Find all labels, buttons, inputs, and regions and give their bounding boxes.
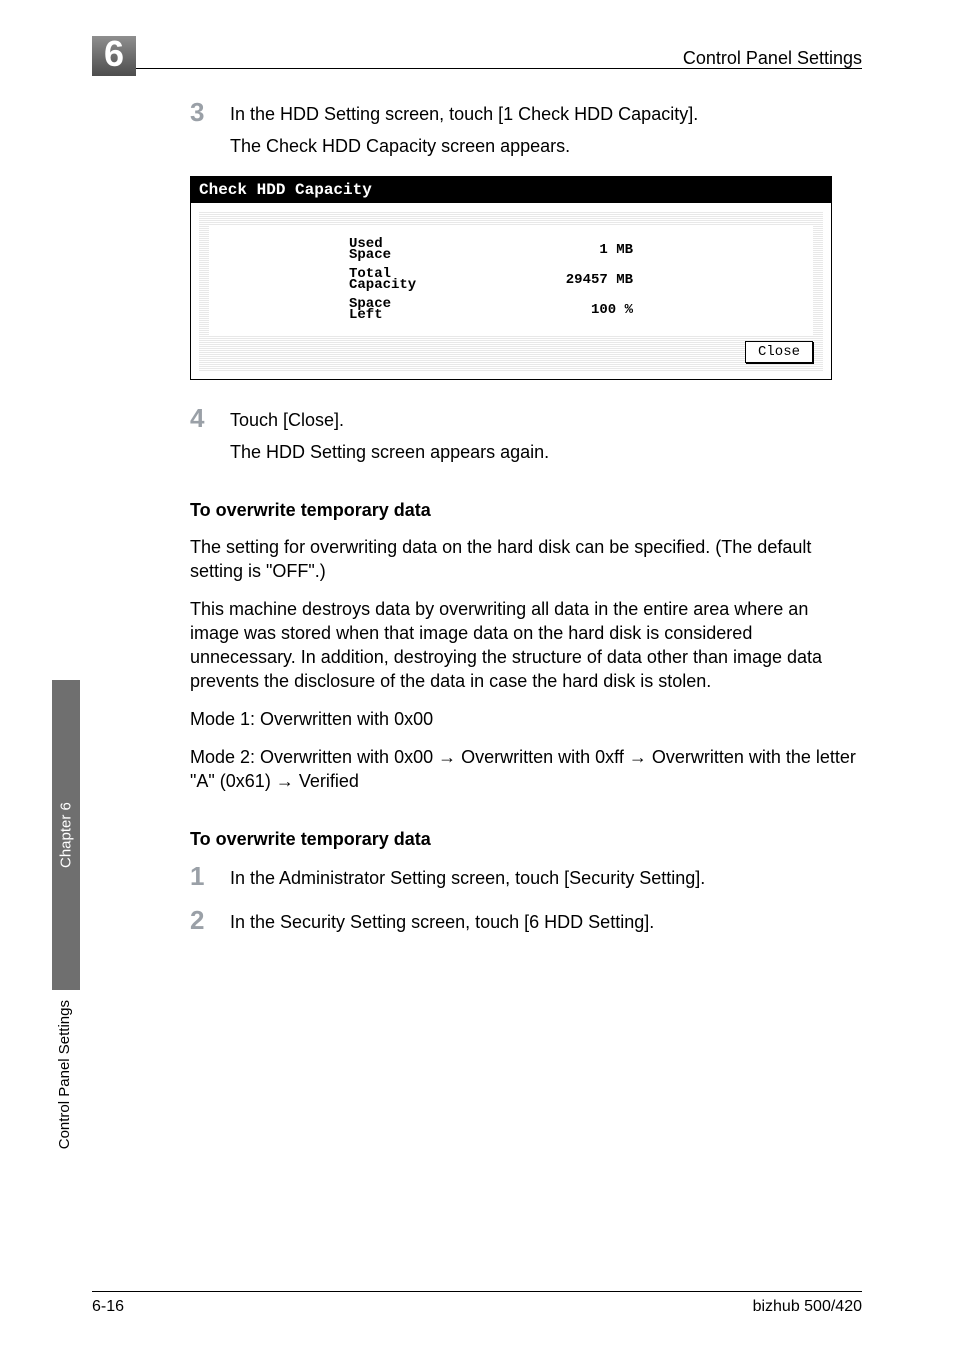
page-header-title: Control Panel Settings xyxy=(683,48,862,69)
step-3: 3 In the HDD Setting screen, touch [1 Ch… xyxy=(190,100,862,126)
side-section-label: Control Panel Settings xyxy=(56,1000,73,1149)
close-button[interactable]: Close xyxy=(745,341,813,363)
row-total-capacity: Total Capacity 29457 MB xyxy=(349,265,633,295)
step-2: 2 In the Security Setting screen, touch … xyxy=(190,908,862,934)
panel-title: Check HDD Capacity xyxy=(191,177,831,203)
footer-page-number: 6-16 xyxy=(92,1298,124,1316)
hdd-capacity-panel: Check HDD Capacity Used Space 1 MB Total… xyxy=(190,176,832,380)
chapter-badge: 6 xyxy=(92,36,136,76)
step-number: 1 xyxy=(190,864,230,888)
mode2-text: Verified xyxy=(294,771,359,791)
step-text: In the HDD Setting screen, touch [1 Chec… xyxy=(230,102,698,126)
section-heading: To overwrite temporary data xyxy=(190,500,862,521)
paragraph-mode2: Mode 2: Overwritten with 0x00 → Overwrit… xyxy=(190,745,862,793)
label-space-left: Space Left xyxy=(349,299,391,321)
arrow-icon: → xyxy=(629,747,647,767)
step-number: 2 xyxy=(190,908,230,932)
step-text: Touch [Close]. xyxy=(230,408,344,432)
step-number: 4 xyxy=(190,406,230,430)
step-number: 3 xyxy=(190,100,230,124)
step-4: 4 Touch [Close]. xyxy=(190,406,862,432)
value-space-left: 100 % xyxy=(533,302,633,318)
section-heading: To overwrite temporary data xyxy=(190,829,862,850)
header-rule xyxy=(92,68,862,69)
paragraph-mode1: Mode 1: Overwritten with 0x00 xyxy=(190,707,862,731)
step-1: 1 In the Administrator Setting screen, t… xyxy=(190,864,862,890)
value-used-space: 1 MB xyxy=(533,242,633,258)
side-chapter-tab: Chapter 6 xyxy=(52,680,80,990)
mode2-text: Overwritten with 0xff xyxy=(456,747,629,767)
step-text: In the Security Setting screen, touch [6… xyxy=(230,910,654,934)
step-subtext: The HDD Setting screen appears again. xyxy=(230,440,862,464)
row-space-left: Space Left 100 % xyxy=(349,295,633,325)
value-total-capacity: 29457 MB xyxy=(533,272,633,288)
step-text: In the Administrator Setting screen, tou… xyxy=(230,866,705,890)
step-subtext: The Check HDD Capacity screen appears. xyxy=(230,134,862,158)
footer-rule xyxy=(92,1291,862,1292)
row-used-space: Used Space 1 MB xyxy=(349,235,633,265)
footer-model: bizhub 500/420 xyxy=(753,1298,862,1316)
mode2-text: Mode 2: Overwritten with 0x00 xyxy=(190,747,438,767)
label-total-capacity: Total Capacity xyxy=(349,269,416,291)
paragraph: This machine destroys data by overwritin… xyxy=(190,597,862,693)
arrow-icon: → xyxy=(438,747,456,767)
label-used-space: Used Space xyxy=(349,239,391,261)
paragraph: The setting for overwriting data on the … xyxy=(190,535,862,583)
arrow-icon: → xyxy=(276,771,294,791)
